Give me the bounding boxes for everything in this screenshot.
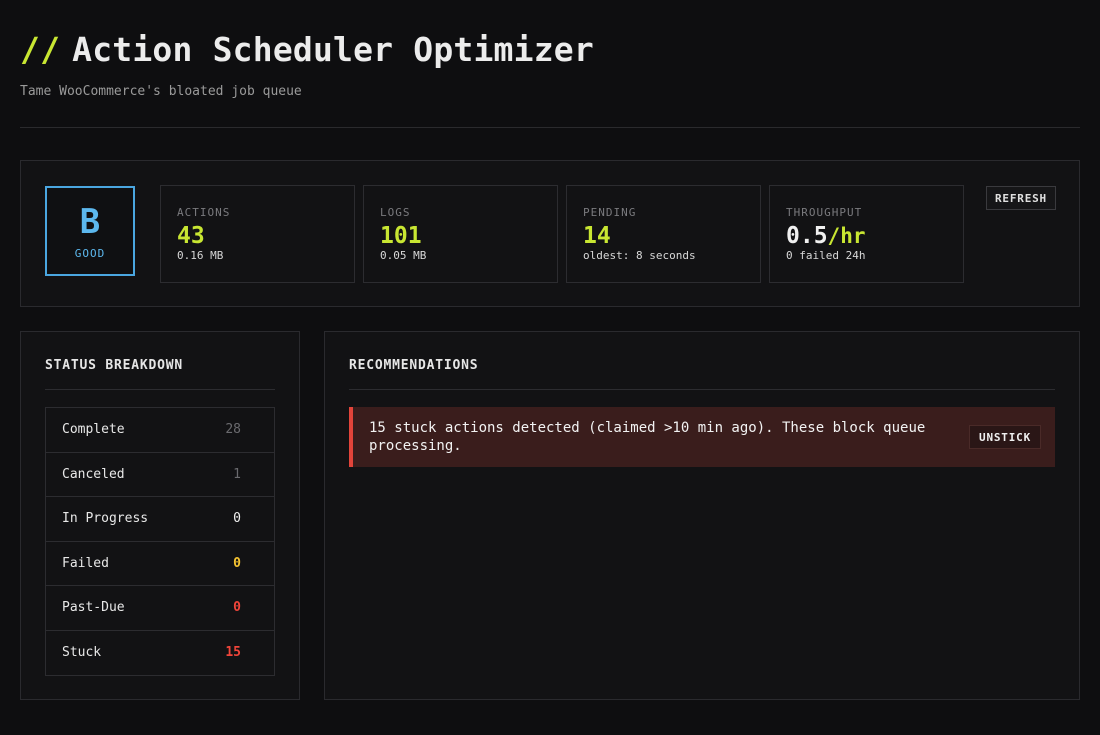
stat-value: 101: [380, 223, 422, 249]
status-name: In Progress: [62, 511, 149, 527]
status-name: Stuck: [62, 645, 102, 661]
stat-sub: 0.16 MB: [177, 249, 224, 262]
status-name: Failed: [62, 555, 109, 571]
stat-label: ACTIONS: [177, 206, 231, 219]
panel-divider: [45, 389, 275, 390]
recommendations-title: RECOMMENDATIONS: [349, 358, 479, 373]
status-count: 0: [233, 600, 241, 616]
status-name: Past-Due: [62, 600, 125, 616]
stats-panel: B GOOD ACTIONS 43 0.16 MB LOGS 101 0.05 …: [20, 160, 1080, 307]
grade-label: GOOD: [74, 246, 106, 260]
stat-card-pending: PENDING 14 oldest: 8 seconds: [566, 185, 761, 283]
grade-letter: B: [79, 201, 101, 242]
status-row-in-progress: In Progress 0: [46, 497, 274, 542]
stat-value: 14: [583, 223, 611, 249]
stat-card-logs: LOGS 101 0.05 MB: [363, 185, 558, 283]
status-row-stuck: Stuck 15: [46, 631, 274, 676]
status-breakdown-title: STATUS BREAKDOWN: [45, 358, 184, 373]
status-table: Complete 28 Canceled 1 In Progress 0 Fai…: [45, 407, 275, 676]
status-row-past-due: Past-Due 0: [46, 586, 274, 631]
title-slashes: //: [20, 30, 61, 69]
stat-label: THROUGHPUT: [786, 206, 863, 219]
status-row-canceled: Canceled 1: [46, 453, 274, 497]
stuck-actions-alert: 15 stuck actions detected (claimed >10 m…: [349, 407, 1055, 467]
status-row-failed: Failed 0: [46, 542, 274, 586]
status-breakdown-panel: STATUS BREAKDOWN Complete 28 Canceled 1 …: [20, 331, 300, 700]
page-title-text: Action Scheduler Optimizer: [72, 30, 594, 69]
stat-sub: 0.05 MB: [380, 249, 427, 262]
page-subtitle: Tame WooCommerce's bloated job queue: [20, 84, 302, 99]
stat-value: 0.5/hr: [786, 223, 947, 249]
alert-message: 15 stuck actions detected (claimed >10 m…: [369, 420, 926, 454]
health-grade-badge: B GOOD: [45, 186, 135, 276]
status-row-complete: Complete 28: [46, 408, 274, 453]
status-count: 1: [233, 466, 241, 482]
status-name: Canceled: [62, 466, 125, 482]
page-header: // Action Scheduler Optimizer Tame WooCom…: [20, 28, 594, 99]
stat-value: 43: [177, 223, 205, 249]
stat-card-actions: ACTIONS 43 0.16 MB: [160, 185, 355, 283]
recommendations-panel: RECOMMENDATIONS 15 stuck actions detecte…: [324, 331, 1080, 700]
stat-label: PENDING: [583, 206, 637, 219]
unstick-button[interactable]: UNSTICK: [969, 425, 1041, 449]
stat-label: LOGS: [380, 206, 411, 219]
header-divider: [20, 127, 1080, 128]
stat-value-unit: /hr: [827, 224, 866, 248]
stat-sub: oldest: 8 seconds: [583, 249, 696, 262]
status-count: 28: [225, 422, 241, 438]
status-count: 15: [225, 645, 241, 661]
stat-sub: 0 failed 24h: [786, 249, 866, 262]
page-title: // Action Scheduler Optimizer: [20, 28, 594, 72]
stat-card-throughput: THROUGHPUT 0.5/hr 0 failed 24h: [769, 185, 964, 283]
stat-value-number: 0.5: [786, 223, 828, 249]
status-count: 0: [233, 555, 241, 571]
status-name: Complete: [62, 422, 125, 438]
panel-divider: [349, 389, 1055, 390]
status-count: 0: [233, 511, 241, 527]
refresh-button[interactable]: REFRESH: [986, 186, 1056, 210]
